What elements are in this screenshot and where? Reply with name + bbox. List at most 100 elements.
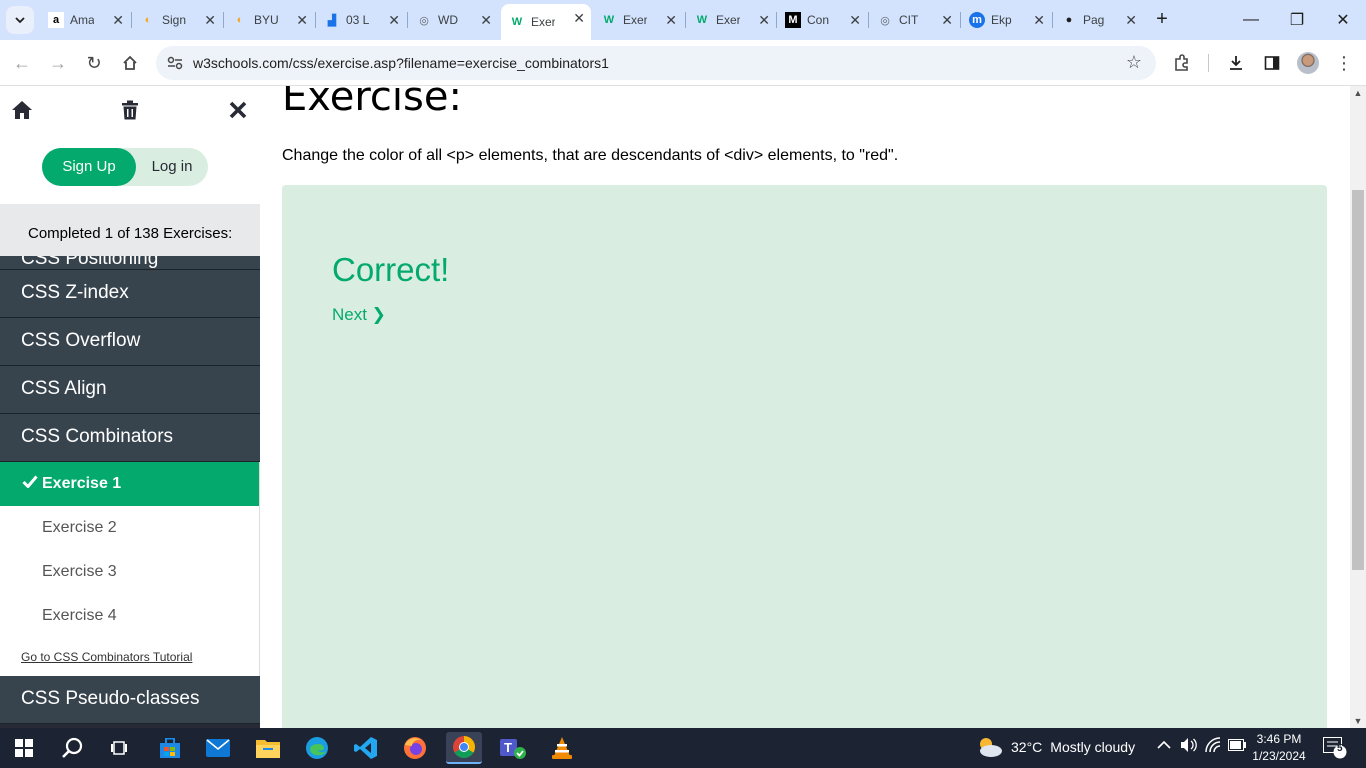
clock-time: 3:46 PM — [1256, 732, 1302, 746]
profile-avatar[interactable] — [1294, 49, 1322, 77]
reload-button[interactable]: ↻ — [80, 49, 108, 77]
search-icon — [62, 737, 83, 758]
close-window-button[interactable]: ✕ — [1320, 0, 1366, 40]
home-link[interactable] — [8, 96, 36, 124]
forward-button[interactable]: → — [44, 49, 72, 77]
home-button[interactable] — [116, 49, 144, 77]
browser-tab[interactable]: ◎ CIT ✕ — [869, 6, 959, 34]
browser-tab[interactable]: ▟ 03 L ✕ — [316, 6, 406, 34]
system-clock[interactable]: 3:46 PM 1/23/2024 — [1247, 731, 1311, 765]
section-item[interactable]: CSS Positioning — [0, 256, 260, 270]
close-tab-icon[interactable]: ✕ — [941, 12, 953, 28]
result-message: Correct! — [332, 251, 450, 288]
section-item[interactable]: CSS Align — [0, 366, 260, 414]
vertical-scrollbar[interactable]: ▲ ▼ — [1350, 86, 1366, 728]
vscode-icon — [354, 737, 377, 759]
search-button[interactable] — [54, 732, 90, 764]
bookmark-star-icon[interactable]: ☆ — [1126, 52, 1142, 73]
battery-icon[interactable] — [1228, 739, 1246, 754]
reset-button[interactable] — [116, 96, 144, 124]
close-tab-icon[interactable]: ✕ — [1033, 12, 1045, 28]
firefox-app[interactable] — [397, 732, 433, 764]
close-tab-icon[interactable]: ✕ — [665, 12, 677, 28]
sign-up-button[interactable]: Sign Up — [42, 148, 136, 186]
task-view-button[interactable] — [101, 732, 137, 764]
mail-app[interactable] — [200, 732, 236, 764]
vlc-app[interactable] — [544, 732, 580, 764]
notifications-button[interactable]: 5 — [1323, 737, 1347, 762]
browser-tab[interactable]: W Exer ✕ — [501, 4, 591, 40]
scroll-up-icon[interactable]: ▲ — [1353, 88, 1363, 98]
tab-search-button[interactable] — [6, 6, 34, 34]
address-bar[interactable]: w3schools.com/css/exercise.asp?filename=… — [156, 46, 1156, 80]
page-title: Exercise: — [282, 86, 462, 120]
section-item-active[interactable]: CSS Combinators — [0, 414, 260, 462]
weather-widget[interactable]: 32°C Mostly cloudy — [975, 736, 1135, 758]
exercise-item[interactable]: Exercise 2 — [0, 506, 260, 550]
next-link[interactable]: Next ❯ — [332, 305, 386, 325]
back-button[interactable]: ← — [8, 49, 36, 77]
close-tab-icon[interactable]: ✕ — [573, 10, 585, 26]
close-tab-icon[interactable]: ✕ — [849, 12, 861, 28]
file-explorer-app[interactable] — [250, 732, 286, 764]
store-app[interactable] — [152, 732, 188, 764]
tutorial-link[interactable]: Go to CSS Combinators Tutorial — [0, 638, 260, 676]
minimize-button[interactable]: — — [1228, 0, 1274, 40]
close-tab-icon[interactable]: ✕ — [388, 12, 400, 28]
browser-toolbar: ← → ↻ w3schools.com/css/exercise.asp?fil… — [0, 40, 1366, 86]
start-button[interactable] — [6, 732, 42, 764]
exercise-item[interactable]: Exercise 4 — [0, 594, 260, 638]
download-icon — [1230, 56, 1242, 70]
tab-title: Pag — [1083, 13, 1105, 27]
close-sidebar-button[interactable] — [224, 96, 252, 124]
close-tab-icon[interactable]: ✕ — [758, 12, 770, 28]
log-in-button[interactable]: Log in — [136, 148, 208, 186]
teams-app[interactable]: T — [495, 732, 531, 764]
chrome-app[interactable] — [446, 732, 482, 764]
chevron-up-icon[interactable] — [1157, 738, 1171, 753]
progress-bar-area: Completed 1 of 138 Exercises: — [0, 204, 260, 256]
close-tab-icon[interactable]: ✕ — [480, 12, 492, 28]
browser-tab[interactable]: ◐ BYU ✕ — [224, 6, 314, 34]
trash-icon — [122, 100, 138, 120]
close-tab-icon[interactable]: ✕ — [112, 12, 124, 28]
tab-title: Sign — [162, 13, 186, 27]
restore-button[interactable]: ❐ — [1274, 0, 1320, 40]
close-tab-icon[interactable]: ✕ — [296, 12, 308, 28]
github-icon: ● — [1065, 14, 1073, 26]
vscode-app[interactable] — [348, 732, 384, 764]
browser-tab[interactable]: ● Pag ✕ — [1053, 6, 1143, 34]
scroll-down-icon[interactable]: ▼ — [1353, 716, 1363, 726]
windows-icon — [15, 739, 33, 757]
exercise-item[interactable]: Exercise 3 — [0, 550, 260, 594]
section-item[interactable]: CSS Z-index — [0, 270, 260, 318]
browser-tab[interactable]: ◎ WD ✕ — [408, 6, 498, 34]
section-item[interactable]: CSS Pseudo-classes — [0, 676, 260, 724]
exercise-item-active[interactable]: Exercise 1 — [0, 462, 260, 506]
close-tab-icon[interactable]: ✕ — [204, 12, 216, 28]
notification-count: 5 — [1337, 743, 1343, 754]
browser-tab[interactable]: a Ama ✕ — [40, 6, 130, 34]
browser-tab[interactable]: W Exer ✕ — [593, 6, 683, 34]
browser-tab[interactable]: m Ekp ✕ — [961, 6, 1051, 34]
close-tab-icon[interactable]: ✕ — [1125, 12, 1137, 28]
scrollbar-thumb[interactable] — [1352, 190, 1364, 570]
side-panel-button[interactable] — [1258, 49, 1286, 77]
edge-app[interactable] — [299, 732, 335, 764]
site-info-icon[interactable] — [166, 54, 184, 72]
extensions-button[interactable] — [1168, 49, 1196, 77]
globe-icon: ◎ — [419, 14, 429, 27]
volume-icon[interactable] — [1180, 737, 1198, 756]
section-item[interactable]: CSS Overflow — [0, 318, 260, 366]
new-tab-button[interactable]: + — [1150, 8, 1174, 32]
m-icon: M — [785, 12, 801, 28]
browser-tab[interactable]: W Exer ✕ — [686, 6, 776, 34]
browser-menu-button[interactable]: ⋮ — [1330, 49, 1358, 77]
exercise-instruction: Change the color of all <p> elements, th… — [282, 147, 899, 164]
browser-tab[interactable]: M Con ✕ — [777, 6, 867, 34]
wifi-icon[interactable] — [1205, 737, 1223, 756]
exercise-label: Exercise 1 — [42, 475, 122, 492]
downloads-button[interactable] — [1222, 49, 1250, 77]
weather-desc: Mostly cloudy — [1050, 739, 1136, 755]
browser-tab[interactable]: ◐ Sign ✕ — [132, 6, 222, 34]
